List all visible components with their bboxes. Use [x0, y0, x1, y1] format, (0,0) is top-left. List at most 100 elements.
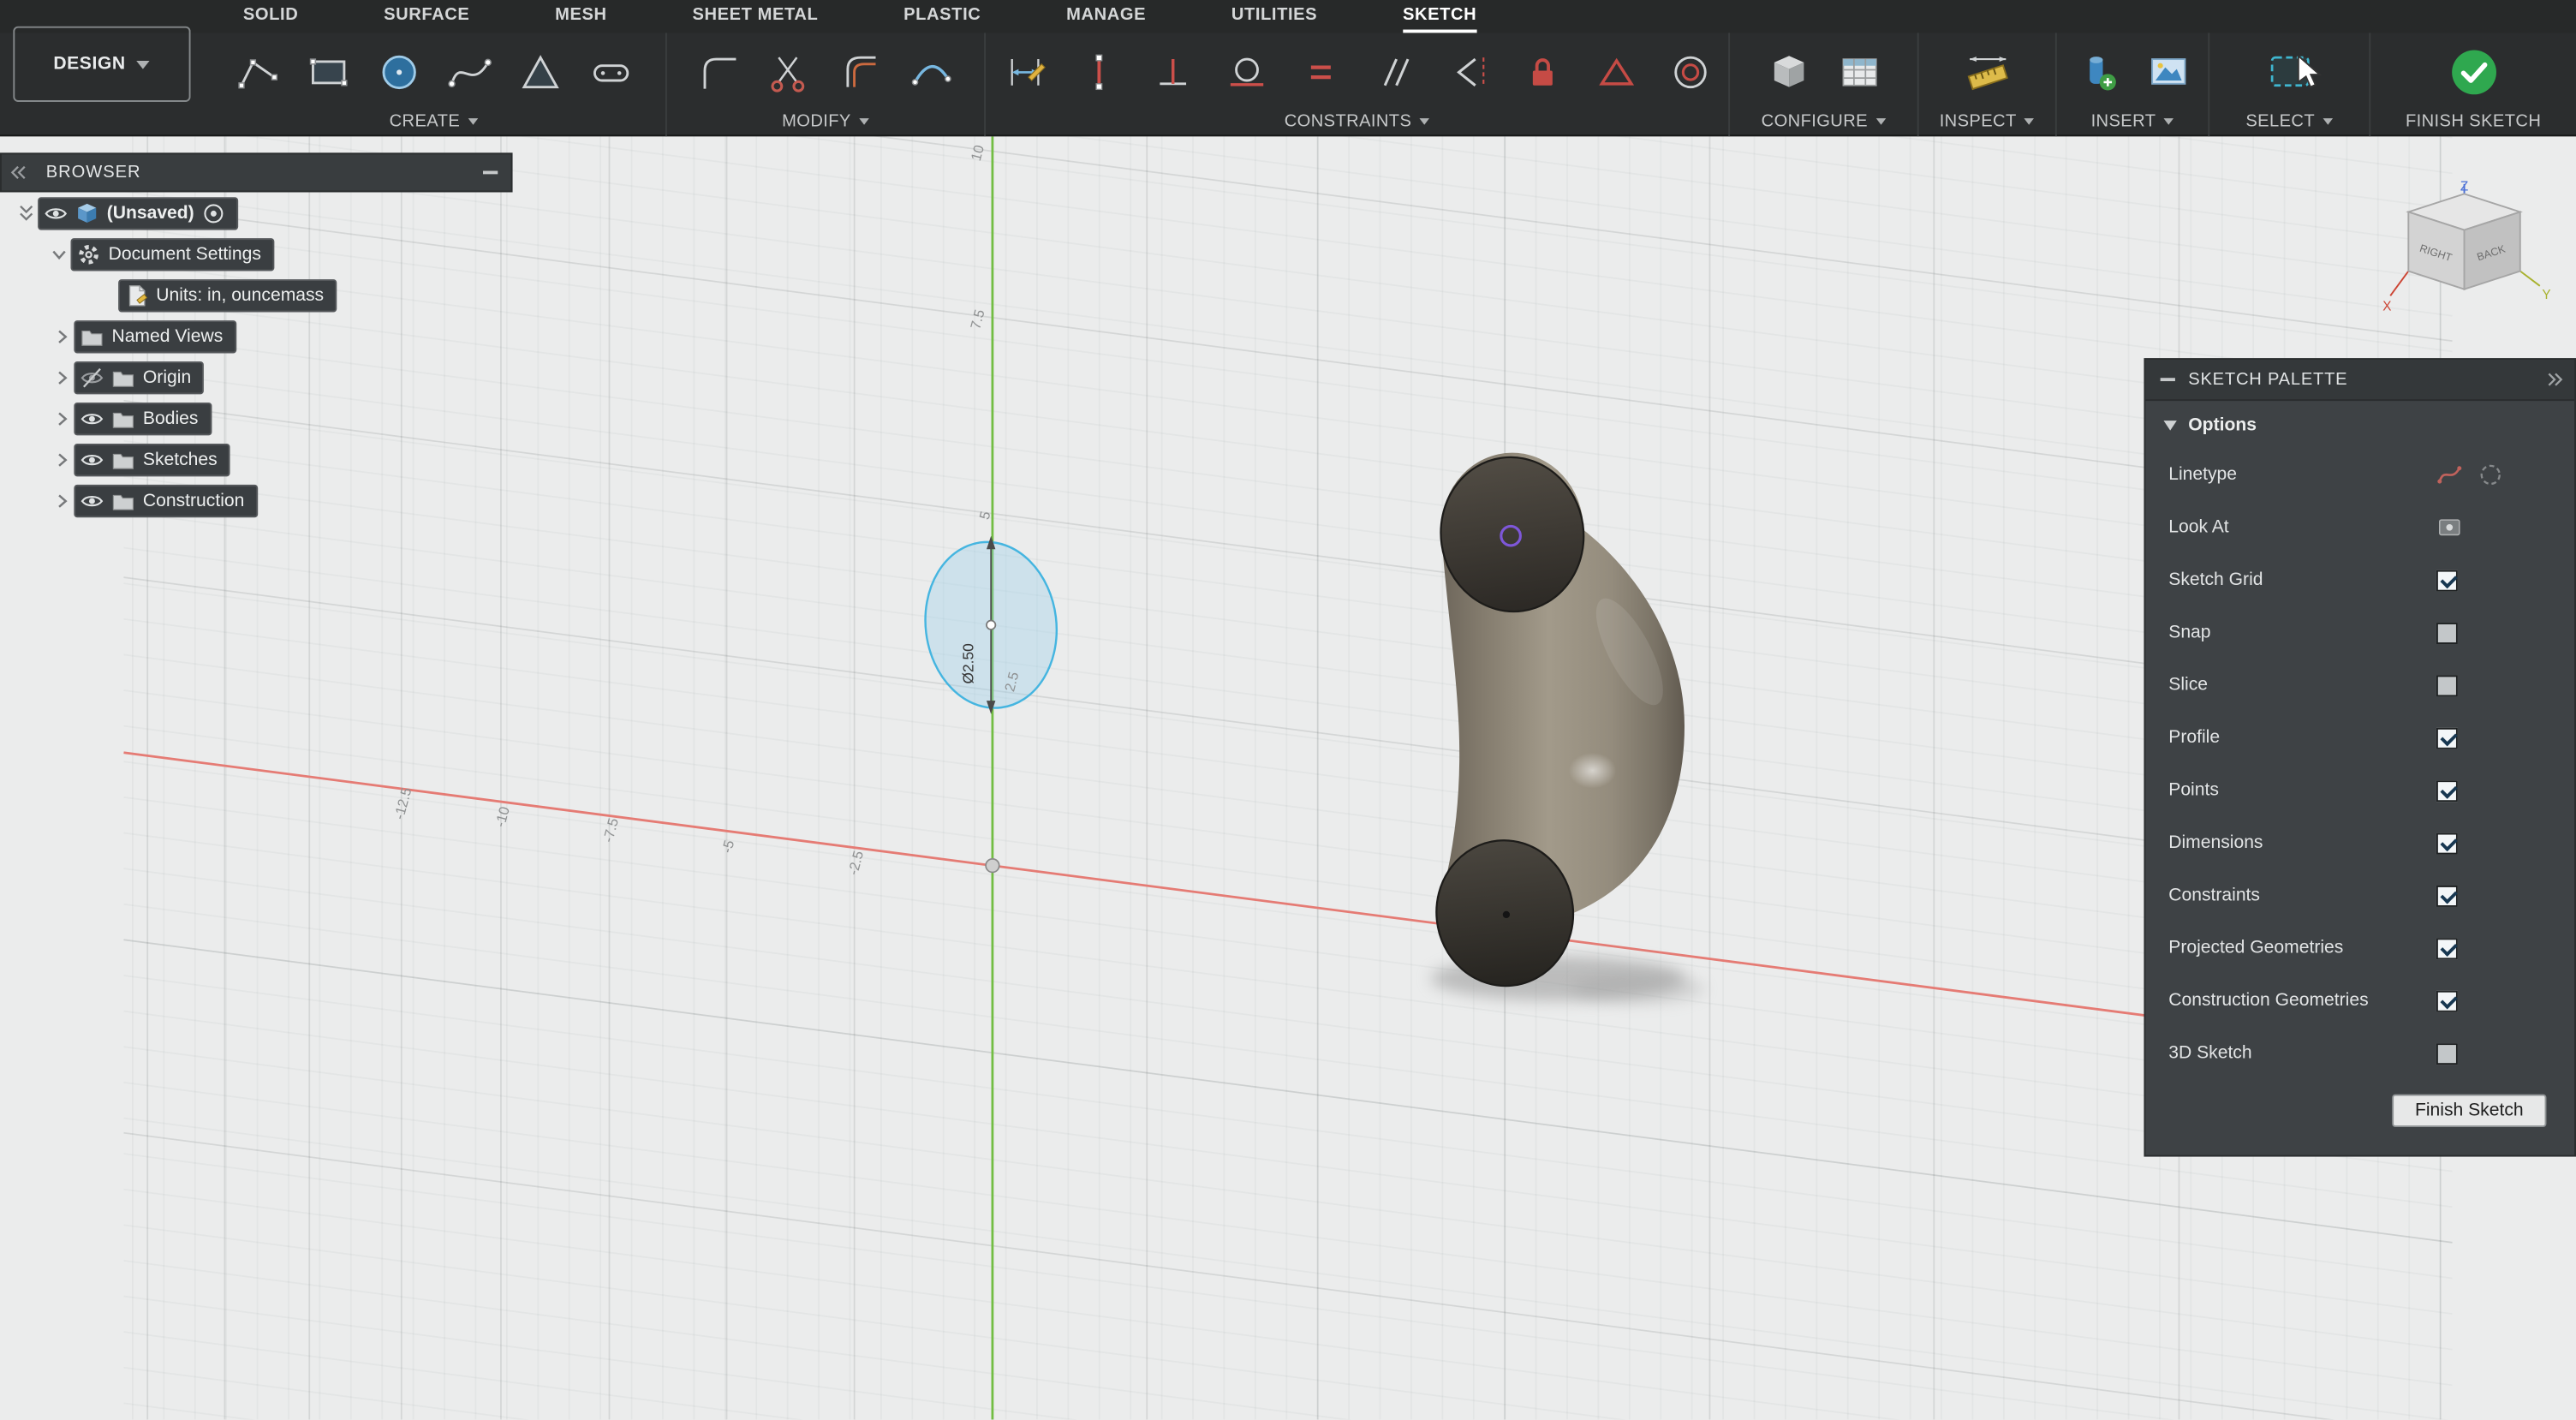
tab-sheet-metal[interactable]: SHEET METAL	[692, 0, 818, 33]
horizontal-vertical-constraint-button[interactable]	[1070, 45, 1126, 100]
offset-tool-button[interactable]	[833, 45, 889, 100]
tab-plastic[interactable]: PLASTIC	[903, 0, 981, 33]
tab-utilities[interactable]: UTILITIES	[1231, 0, 1317, 33]
palette-minimize-button[interactable]	[2145, 378, 2188, 381]
x-axis-label-n12-5: -12.5	[391, 786, 414, 821]
insert-derive-button[interactable]	[2069, 45, 2125, 100]
parallel-constraint-button[interactable]	[1366, 45, 1422, 100]
concentric-constraint-button[interactable]	[1661, 45, 1717, 100]
fillet-tool-button[interactable]	[692, 45, 748, 100]
palette-row-label: Slice	[2168, 675, 2436, 695]
tab-mesh[interactable]: MESH	[555, 0, 607, 33]
fusion-window: Ø2.50 10 7.5 5 2.5 -12.5 -10 -7.5 -5 -2.…	[0, 0, 2576, 1419]
tab-manage[interactable]: MANAGE	[1066, 0, 1146, 33]
construction-geometries-checkbox[interactable]	[2436, 990, 2458, 1011]
expand-origin-button[interactable]	[50, 367, 75, 387]
points-checkbox[interactable]	[2436, 779, 2458, 801]
palette-section-options[interactable]: Options	[2145, 401, 2574, 449]
tab-surface[interactable]: SURFACE	[384, 0, 469, 33]
eye-icon[interactable]	[45, 201, 68, 224]
insert-group: INSERT	[2057, 33, 2209, 136]
projected-geometries-checkbox[interactable]	[2436, 937, 2458, 958]
midpoint-constraint-button[interactable]	[1588, 45, 1643, 100]
inspect-group-label[interactable]: INSPECT	[1919, 111, 2055, 131]
finish-sketch-group-label[interactable]: FINISH SKETCH	[2370, 111, 2576, 131]
fix-constraint-button[interactable]	[1514, 45, 1570, 100]
perpendicular-constraint-icon	[1149, 50, 1196, 96]
circle-center-point[interactable]	[987, 621, 995, 629]
expand-sketches-button[interactable]	[50, 450, 75, 469]
equal-constraint-button[interactable]	[1292, 45, 1348, 100]
diameter-dimension-label[interactable]: Ø2.50	[959, 643, 976, 683]
polygon-tool-button[interactable]	[512, 45, 568, 100]
configure-group-label[interactable]: CONFIGURE	[1730, 111, 1917, 131]
browser-item-unsaved[interactable]: (Unsaved)	[38, 196, 238, 229]
eye-icon[interactable]	[80, 448, 104, 471]
perpendicular-constraint-button[interactable]	[1144, 45, 1200, 100]
insert-group-label[interactable]: INSERT	[2057, 111, 2208, 131]
sketch-grid-checkbox[interactable]	[2436, 570, 2458, 591]
browser-item-label: Sketches	[143, 450, 218, 469]
eye-icon[interactable]	[80, 407, 104, 430]
palette-row-label: Snap	[2168, 623, 2436, 642]
browser-row-named-views: Named Views	[50, 315, 513, 356]
centerline-linetype-icon[interactable]	[2478, 462, 2504, 488]
finish-sketch-toolbar-button[interactable]	[2445, 45, 2501, 100]
browser-item-units[interactable]: Units: in, ouncemass	[118, 278, 337, 311]
browser-item-named-views[interactable]: Named Views	[74, 319, 236, 352]
browser-collapse-button[interactable]	[2, 164, 34, 181]
collapse-document-settings-button[interactable]	[46, 244, 71, 264]
palette-section-label: Options	[2188, 415, 2257, 434]
browser-item-construction[interactable]: Construction	[74, 484, 257, 516]
expand-bodies-button[interactable]	[50, 409, 75, 428]
palette-dock-button[interactable]	[2535, 372, 2574, 388]
create-group-label[interactable]: CREATE	[202, 111, 665, 131]
arc-tool-button[interactable]	[903, 45, 959, 100]
browser-item-sketches[interactable]: Sketches	[74, 443, 230, 475]
dimensions-checkbox[interactable]	[2436, 832, 2458, 854]
browser-item-origin[interactable]: Origin	[74, 361, 204, 393]
expand-named-views-button[interactable]	[50, 326, 75, 346]
circle-tool-button[interactable]	[371, 45, 426, 100]
browser-item-document-settings[interactable]: Document Settings	[70, 237, 274, 270]
sketch-circle-group[interactable]: Ø2.50	[916, 534, 1066, 715]
eye-icon[interactable]	[80, 489, 104, 512]
origin-point[interactable]	[986, 859, 999, 873]
expand-construction-button[interactable]	[50, 491, 75, 510]
tab-sketch[interactable]: SKETCH	[1403, 0, 1476, 33]
symmetry-constraint-button[interactable]	[1440, 45, 1495, 100]
configure-button[interactable]	[1761, 45, 1816, 100]
chevron-right-icon	[51, 326, 71, 346]
snap-checkbox[interactable]	[2436, 622, 2458, 643]
look-at-icon[interactable]	[2436, 514, 2463, 540]
select-group-label[interactable]: SELECT	[2209, 111, 2369, 131]
measure-button[interactable]	[1959, 45, 2015, 100]
construction-linetype-icon[interactable]	[2436, 462, 2463, 488]
trim-tool-button[interactable]	[762, 45, 818, 100]
tab-solid[interactable]: SOLID	[243, 0, 298, 33]
tangent-constraint-button[interactable]	[1218, 45, 1273, 100]
spline-tool-button[interactable]	[441, 45, 497, 100]
slice-checkbox[interactable]	[2436, 674, 2458, 695]
finish-sketch-button[interactable]: Finish Sketch	[2392, 1095, 2546, 1127]
lock-icon	[1519, 50, 1565, 96]
slot-tool-button[interactable]	[582, 45, 638, 100]
profile-checkbox[interactable]	[2436, 727, 2458, 749]
canvas-image-button[interactable]	[2140, 45, 2196, 100]
sketch-dimension-button[interactable]	[996, 45, 1052, 100]
configuration-table-button[interactable]	[1831, 45, 1887, 100]
browser-item-bodies[interactable]: Bodies	[74, 402, 211, 434]
object-shadow-soft	[1571, 974, 1705, 1004]
viewcube[interactable]: RIGHT BACK Z X Y	[2376, 181, 2560, 319]
activate-component-radio-icon[interactable]	[202, 201, 225, 224]
rectangle-tool-button[interactable]	[300, 45, 355, 100]
constraints-group-label[interactable]: CONSTRAINTS	[986, 111, 1728, 131]
modify-group-label[interactable]: MODIFY	[667, 111, 984, 131]
browser-minimize-button[interactable]	[468, 171, 511, 175]
browser-panel: BROWSER (Unsaved) Document Settings	[0, 152, 513, 521]
eye-off-icon[interactable]	[80, 366, 104, 389]
3d-sketch-checkbox[interactable]	[2436, 1042, 2458, 1064]
expand-all-button[interactable]	[13, 203, 38, 223]
constraints-checkbox[interactable]	[2436, 885, 2458, 906]
line-tool-button[interactable]	[230, 45, 285, 100]
